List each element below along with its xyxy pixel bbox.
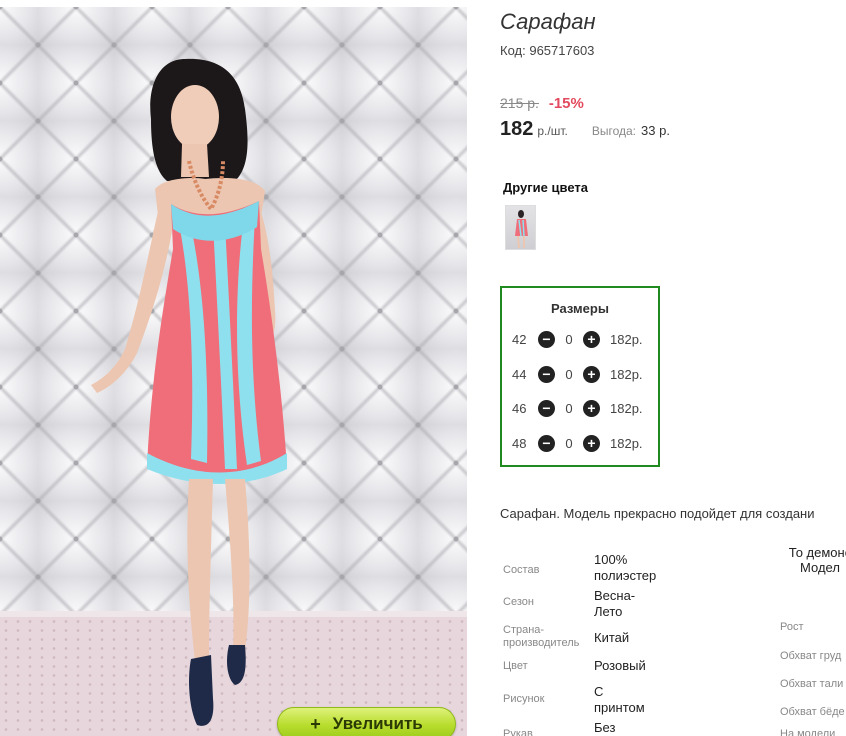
- sizes-title: Размеры: [551, 301, 609, 316]
- spec-value: Китай: [594, 630, 630, 645]
- price-unit: р./шт.: [537, 124, 568, 138]
- minus-icon[interactable]: −: [538, 399, 555, 417]
- size-row: 44 − 0 + 182р.: [512, 364, 643, 384]
- spec-value: Весна-Лето: [594, 588, 636, 619]
- product-photo[interactable]: + Увеличить: [0, 7, 467, 736]
- sku-label: Код:: [500, 43, 526, 58]
- plus-icon[interactable]: +: [583, 434, 600, 452]
- color-variant-thumbnail[interactable]: [505, 205, 536, 250]
- size-label: 42: [512, 331, 527, 347]
- measurement-label: Обхват бёде: [780, 706, 845, 718]
- product-sku: Код: 965717603: [500, 43, 594, 58]
- plus-icon[interactable]: +: [583, 399, 600, 417]
- quantity-value[interactable]: 0: [555, 401, 583, 416]
- product-description: Сарафан. Модель прекрасно подойдет для с…: [500, 506, 815, 521]
- measurement-label: На модели: [780, 728, 836, 736]
- discount-badge: -15%: [548, 95, 584, 112]
- measurement-label: Обхват тали: [780, 678, 844, 690]
- savings-label: Выгода:: [591, 124, 637, 138]
- size-label: 44: [512, 366, 527, 382]
- spec-label: Рисунок: [503, 693, 545, 705]
- spec-value: С принтом: [594, 684, 645, 715]
- price-row: 182 р./шт. Выгода: 33 р.: [500, 118, 670, 141]
- spec-value: Без: [594, 720, 616, 735]
- size-row: 46 − 0 + 182р.: [512, 398, 643, 418]
- size-price: 182р.: [610, 435, 643, 451]
- sizes-panel: Размеры 42 − 0 + 182р. 44 − 0 + 182р. 46…: [500, 286, 660, 467]
- measurements-header: То демонс Модел: [788, 545, 846, 575]
- minus-icon[interactable]: −: [538, 434, 555, 452]
- spec-label: Страна-производитель: [503, 624, 580, 649]
- quantity-value[interactable]: 0: [555, 367, 583, 382]
- other-colors-title: Другие цвета: [503, 180, 588, 195]
- spec-label: Рукав: [503, 728, 533, 736]
- plus-icon: +: [310, 713, 321, 734]
- product-title: Сарафан: [500, 9, 596, 34]
- minus-icon[interactable]: −: [538, 365, 555, 383]
- thumbnail-model-figure: [515, 210, 528, 249]
- size-price: 182р.: [610, 366, 643, 382]
- size-price: 182р.: [610, 331, 643, 347]
- old-price: 215 р.: [500, 95, 539, 111]
- model-figure: [91, 58, 287, 726]
- measurement-label: Рост: [780, 621, 804, 633]
- current-price: 182: [500, 118, 534, 140]
- sku-value: 965717603: [529, 43, 595, 58]
- size-row: 48 − 0 + 182р.: [512, 433, 643, 453]
- spec-value: Розовый: [594, 658, 646, 673]
- quantity-value[interactable]: 0: [555, 436, 583, 451]
- size-row: 42 − 0 + 182р.: [512, 329, 643, 349]
- plus-icon[interactable]: +: [583, 365, 600, 383]
- size-price: 182р.: [610, 400, 643, 416]
- size-label: 48: [512, 435, 527, 451]
- zoom-button[interactable]: + Увеличить: [277, 707, 456, 736]
- old-price-row: 215 р. -15%: [500, 95, 584, 112]
- measurement-label: Обхват груд: [780, 650, 842, 662]
- plus-icon[interactable]: +: [583, 330, 600, 348]
- size-label: 46: [512, 400, 527, 416]
- spec-label: Сезон: [503, 596, 534, 608]
- spec-label: Цвет: [503, 660, 528, 672]
- savings-value: 33 р.: [641, 123, 670, 138]
- minus-icon[interactable]: −: [538, 330, 555, 348]
- quantity-value[interactable]: 0: [555, 332, 583, 347]
- spec-value: 100% полиэстер: [594, 552, 657, 583]
- zoom-button-label: Увеличить: [332, 714, 423, 733]
- spec-label: Состав: [503, 564, 540, 576]
